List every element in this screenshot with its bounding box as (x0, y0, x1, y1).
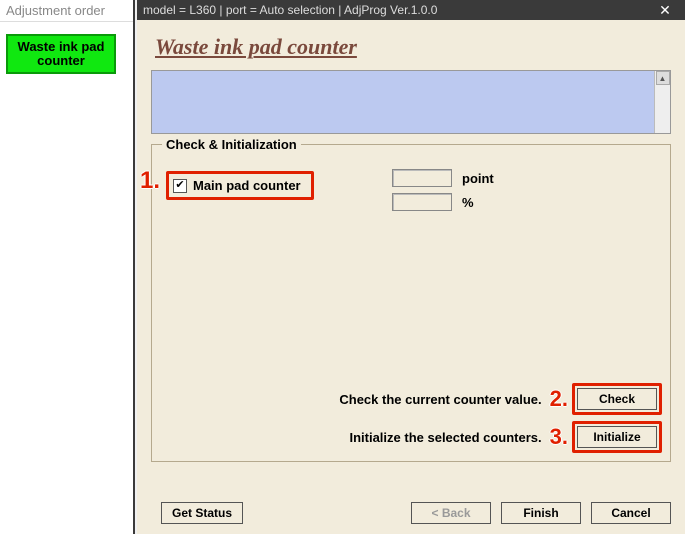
check-button[interactable]: Check (577, 388, 657, 410)
annotation-1: 1. (140, 167, 160, 195)
main-pad-label: Main pad counter (193, 178, 301, 193)
cancel-button[interactable]: Cancel (591, 502, 671, 524)
percent-row: % (392, 193, 494, 211)
window-titlebar: model = L360 | port = Auto selection | A… (137, 0, 685, 20)
back-button[interactable]: < Back (411, 502, 491, 524)
scroll-up-icon[interactable]: ▲ (656, 71, 670, 85)
main-pane: model = L360 | port = Auto selection | A… (137, 0, 685, 534)
check-init-fieldset: Check & Initialization 1. ✔ Main pad cou… (151, 144, 671, 462)
sidebar-item-label: Waste ink pad counter (10, 40, 112, 69)
fieldset-legend: Check & Initialization (162, 137, 301, 152)
annotation-1-box: ✔ Main pad counter (166, 171, 314, 200)
page-title: Waste ink pad counter (155, 34, 671, 60)
sidebar-item-waste-ink-pad[interactable]: Waste ink pad counter (6, 34, 116, 74)
annotation-2-box: Check (572, 383, 662, 415)
log-textarea[interactable]: ▲ (151, 70, 671, 134)
percent-input[interactable] (392, 193, 452, 211)
annotation-3-box: Initialize (572, 421, 662, 453)
content-area: Waste ink pad counter ▲ Check & Initiali… (137, 20, 685, 534)
annotation-3: 3. (550, 424, 568, 450)
annotation-2: 2. (550, 386, 568, 412)
close-icon[interactable]: ✕ (651, 0, 679, 20)
get-status-button[interactable]: Get Status (161, 502, 243, 524)
main-pad-checkbox[interactable]: ✔ (173, 179, 187, 193)
initialize-button[interactable]: Initialize (577, 426, 657, 448)
bottom-button-row: Get Status < Back Finish Cancel (151, 502, 671, 524)
check-row: Check the current counter value. 2. Chec… (339, 383, 662, 415)
init-row: Initialize the selected counters. 3. Ini… (339, 421, 662, 453)
left-sidebar: Adjustment order Waste ink pad counter (0, 0, 135, 534)
check-icon: ✔ (175, 180, 184, 191)
sidebar-title: Adjustment order (0, 0, 133, 22)
value-column: point % (392, 169, 494, 217)
finish-button[interactable]: Finish (501, 502, 581, 524)
point-unit: point (462, 171, 494, 186)
init-text: Initialize the selected counters. (349, 430, 541, 445)
point-input[interactable] (392, 169, 452, 187)
scrollbar[interactable]: ▲ (654, 71, 670, 133)
point-row: point (392, 169, 494, 187)
check-text: Check the current counter value. (339, 392, 541, 407)
window-title-text: model = L360 | port = Auto selection | A… (143, 3, 437, 17)
percent-unit: % (462, 195, 474, 210)
action-rows: Check the current counter value. 2. Chec… (339, 377, 662, 453)
